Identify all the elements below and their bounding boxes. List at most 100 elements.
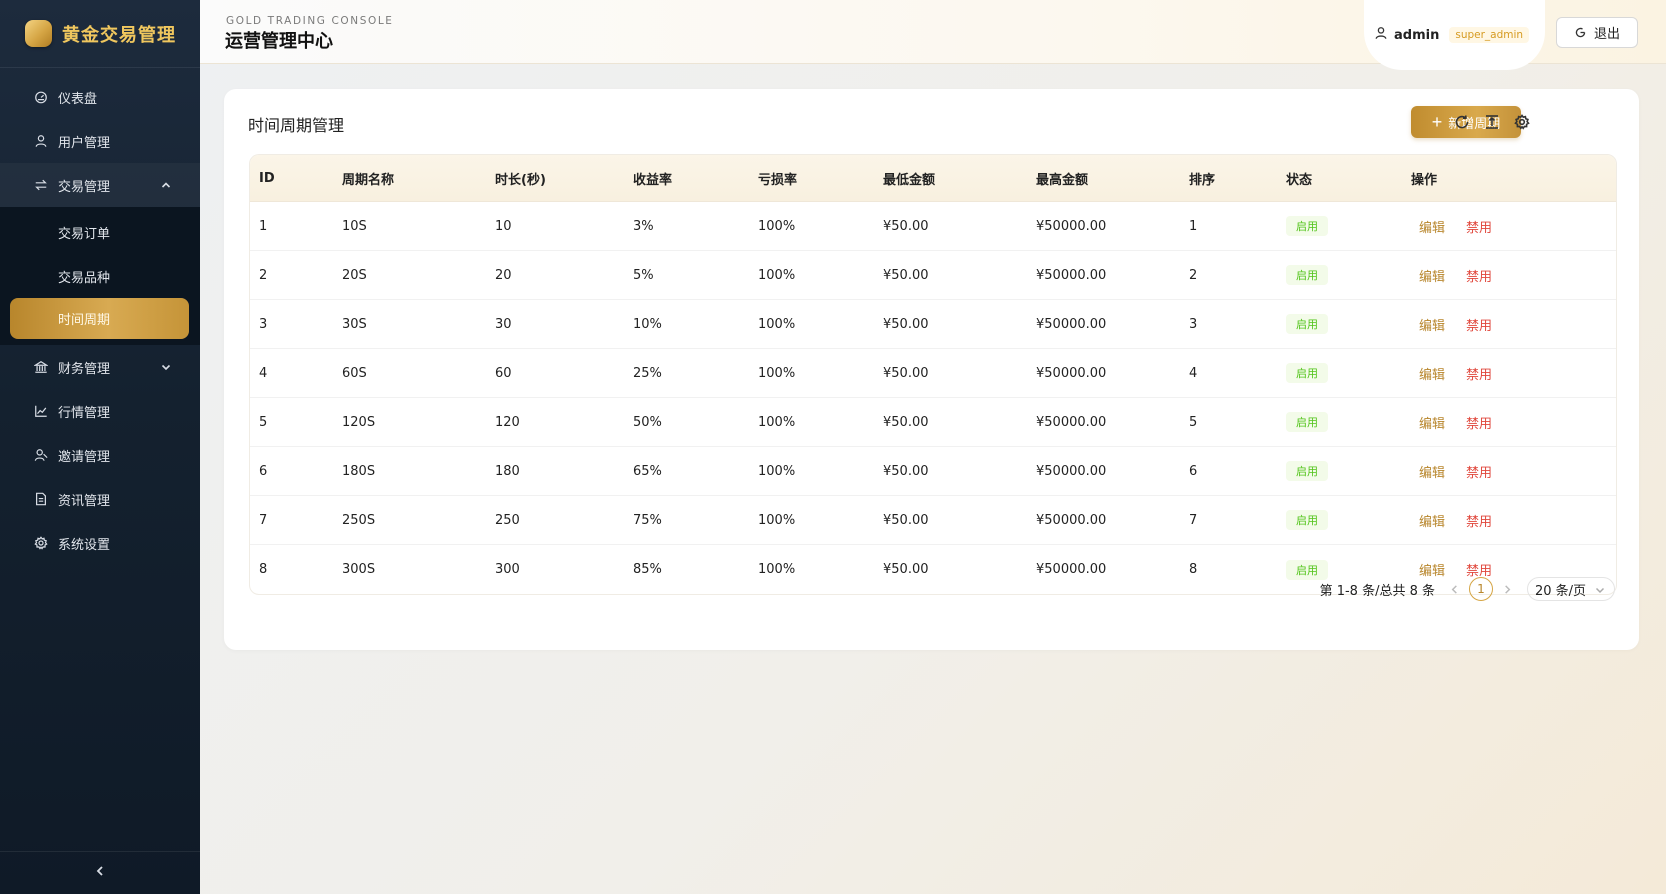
console-title: 运营管理中心: [225, 31, 333, 52]
column-header[interactable]: 排序: [1180, 169, 1277, 188]
page-number-current[interactable]: 1: [1469, 577, 1493, 601]
cell-loss-rate: 100%: [758, 267, 796, 283]
page-size-select[interactable]: 20 条/页: [1527, 577, 1615, 601]
sidebar-item-label: 系统设置: [58, 537, 111, 553]
refresh-icon[interactable]: [1453, 113, 1471, 131]
sidebar-item-market[interactable]: 行情管理: [0, 389, 200, 433]
cell-min-amount: ¥50.00: [883, 316, 929, 332]
logout-label: 退出: [1593, 27, 1620, 42]
sidebar-collapse-button[interactable]: [0, 851, 200, 894]
cell-loss-rate: 100%: [758, 365, 796, 381]
column-header[interactable]: 周期名称: [333, 169, 486, 188]
chevron-down-icon: [1595, 587, 1605, 594]
table-row: 2 20S 20 5% 100% ¥50.00 ¥50000.00 2 启用 编辑 禁用: [250, 251, 1616, 300]
cell-duration: 250: [495, 512, 520, 528]
sidebar-item-finance[interactable]: 财务管理: [0, 345, 200, 389]
disable-link[interactable]: 禁用: [1466, 511, 1492, 530]
sidebar-item-news[interactable]: 资讯管理: [0, 477, 200, 521]
table-row: 1 10S 10 3% 100% ¥50.00 ¥50000.00 1 启用 编辑 禁用: [250, 202, 1616, 251]
next-page-icon[interactable]: [1502, 584, 1513, 595]
cell-min-amount: ¥50.00: [883, 218, 929, 234]
disable-link[interactable]: 禁用: [1466, 315, 1492, 334]
prev-page-icon[interactable]: [1449, 584, 1460, 595]
column-header[interactable]: 收益率: [624, 169, 749, 188]
document-icon: [34, 492, 48, 506]
sidebar-item-label: 仪表盘: [58, 91, 98, 107]
edit-link[interactable]: 编辑: [1419, 462, 1445, 481]
sidebar-item-label: 资讯管理: [58, 493, 111, 509]
sidebar-item-time-periods[interactable]: 时间周期: [10, 298, 189, 339]
cell-duration: 120: [495, 414, 520, 430]
column-header[interactable]: 最高金额: [1027, 169, 1180, 188]
cell-profit-rate: 10%: [633, 316, 662, 332]
chevron-down-icon: [160, 361, 172, 373]
cell-loss-rate: 100%: [758, 512, 796, 528]
column-header[interactable]: 亏损率: [749, 169, 874, 188]
column-header[interactable]: 状态: [1277, 169, 1402, 188]
sidebar: 黄金交易管理 仪表盘 用户管理 交易管理 交易订单 交易品种 时间周期 财务管理…: [0, 0, 200, 894]
cell-profit-rate: 25%: [633, 365, 662, 381]
cell-duration: 300: [495, 562, 520, 577]
edit-link[interactable]: 编辑: [1419, 315, 1445, 334]
edit-link[interactable]: 编辑: [1419, 364, 1445, 383]
sidebar-item-label: 邀请管理: [58, 449, 111, 465]
cell-status: 启用: [1277, 412, 1402, 432]
sidebar-item-users[interactable]: 用户管理: [0, 119, 200, 163]
sidebar-item-invite[interactable]: 邀请管理: [0, 433, 200, 477]
cell-name: 20S: [342, 267, 367, 283]
pagination: 第 1-8 条/总共 8 条 1 20 条/页: [1320, 576, 1615, 602]
cell-loss-rate: 100%: [758, 218, 796, 234]
cell-loss-rate: 100%: [758, 562, 796, 577]
trading-submenu: 交易订单 交易品种 时间周期: [0, 207, 200, 345]
cell-status: 启用: [1277, 363, 1402, 383]
cell-status: 启用: [1277, 265, 1402, 285]
console-subtitle: GOLD TRADING CONSOLE: [226, 15, 394, 27]
column-header[interactable]: 时长(秒): [486, 169, 624, 188]
sidebar-item-label: 财务管理: [58, 361, 111, 377]
status-badge: 启用: [1286, 216, 1328, 236]
cell-max-amount: ¥50000.00: [1036, 267, 1107, 283]
column-height-icon[interactable]: [1483, 113, 1501, 131]
cell-duration: 30: [495, 316, 512, 332]
plus-icon: +: [1431, 112, 1443, 132]
edit-link[interactable]: 编辑: [1419, 217, 1445, 236]
column-header[interactable]: ID: [250, 171, 333, 186]
disable-link[interactable]: 禁用: [1466, 462, 1492, 481]
edit-link[interactable]: 编辑: [1419, 413, 1445, 432]
cell-min-amount: ¥50.00: [883, 267, 929, 283]
cell-actions: 编辑 禁用: [1402, 364, 1616, 383]
disable-link[interactable]: 禁用: [1466, 364, 1492, 383]
user-info[interactable]: admin super_admin: [1364, 0, 1545, 70]
sidebar-item-trade-products[interactable]: 交易品种: [0, 254, 200, 298]
status-badge: 启用: [1286, 363, 1328, 383]
sidebar-item-settings[interactable]: 系统设置: [0, 521, 200, 565]
cell-profit-rate: 75%: [633, 512, 662, 528]
time-period-card: 时间周期管理 + 新增周期 ID 周期名称 时长(秒) 收益率 亏损率 最低金额…: [224, 89, 1639, 650]
cell-id: 7: [259, 512, 268, 528]
logo[interactable]: 黄金交易管理: [0, 0, 200, 68]
cell-name: 60S: [342, 365, 367, 381]
cell-status: 启用: [1277, 510, 1402, 530]
settings-icon[interactable]: [1513, 113, 1531, 131]
cell-name: 120S: [342, 414, 376, 430]
disable-link[interactable]: 禁用: [1466, 413, 1492, 432]
cell-id: 5: [259, 414, 268, 430]
cell-sort: 7: [1189, 512, 1198, 528]
line-chart-icon: [34, 404, 48, 418]
table-body: 1 10S 10 3% 100% ¥50.00 ¥50000.00 1 启用 编辑 禁用 2 20S 20…: [250, 202, 1616, 594]
disable-link[interactable]: 禁用: [1466, 266, 1492, 285]
edit-link[interactable]: 编辑: [1419, 511, 1445, 530]
column-header[interactable]: 最低金额: [874, 169, 1027, 188]
table-row: 5 120S 120 50% 100% ¥50.00 ¥50000.00 5 启用 编辑 禁用: [250, 398, 1616, 447]
cell-name: 10S: [342, 218, 367, 234]
sidebar-item-dashboard[interactable]: 仪表盘: [0, 75, 200, 119]
disable-link[interactable]: 禁用: [1466, 217, 1492, 236]
sidebar-item-trade-orders[interactable]: 交易订单: [0, 210, 200, 254]
sidebar-item-trading[interactable]: 交易管理: [0, 163, 200, 207]
logout-button[interactable]: 退出: [1556, 17, 1638, 48]
cell-min-amount: ¥50.00: [883, 463, 929, 479]
bank-icon: [34, 360, 48, 374]
cell-status: 启用: [1277, 216, 1402, 236]
app-name: 黄金交易管理: [62, 24, 176, 46]
edit-link[interactable]: 编辑: [1419, 266, 1445, 285]
